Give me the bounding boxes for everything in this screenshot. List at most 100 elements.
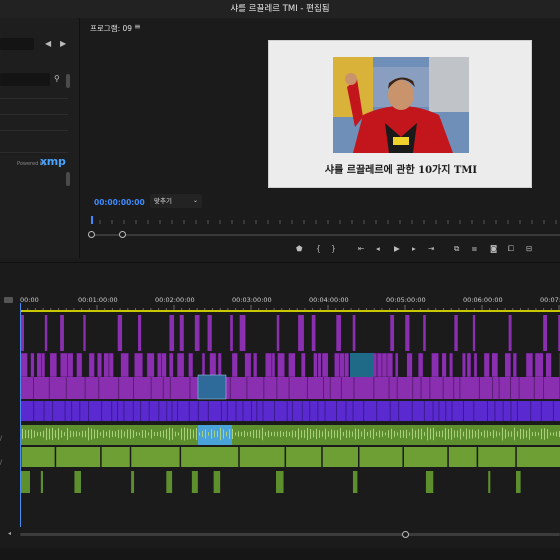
- video-clip[interactable]: [336, 315, 341, 351]
- waveform[interactable]: [361, 431, 362, 437]
- audio-clip[interactable]: [425, 471, 434, 493]
- compare-icon[interactable]: ⧠: [508, 244, 514, 254]
- waveform[interactable]: [178, 432, 179, 436]
- audio-clip[interactable]: [213, 471, 221, 493]
- waveform[interactable]: [484, 430, 485, 438]
- waveform[interactable]: [256, 429, 257, 439]
- panel-scrollbar-2[interactable]: [66, 172, 70, 186]
- clip-edge[interactable]: [52, 401, 54, 421]
- clip-edge[interactable]: [48, 377, 50, 399]
- clip-edge[interactable]: [357, 447, 360, 467]
- clip-edge[interactable]: [533, 377, 535, 399]
- audio-clip[interactable]: [74, 471, 81, 493]
- waveform[interactable]: [46, 427, 47, 441]
- clip-edge[interactable]: [462, 401, 464, 421]
- waveform[interactable]: [136, 432, 137, 436]
- video-clip[interactable]: [176, 352, 185, 378]
- waveform[interactable]: [217, 431, 218, 437]
- waveform[interactable]: [220, 427, 221, 441]
- video-clip[interactable]: [44, 315, 48, 351]
- playhead-timecode[interactable]: 00:00:00:00: [94, 198, 145, 207]
- clip-edge[interactable]: [317, 401, 319, 421]
- waveform[interactable]: [31, 429, 32, 439]
- waveform[interactable]: [151, 429, 152, 439]
- video-clip[interactable]: [473, 352, 478, 378]
- waveform[interactable]: [325, 428, 326, 440]
- waveform[interactable]: [121, 429, 122, 439]
- waveform[interactable]: [28, 429, 29, 439]
- clip-edge[interactable]: [33, 401, 35, 421]
- waveform[interactable]: [376, 432, 377, 436]
- waveform[interactable]: [373, 428, 374, 440]
- waveform[interactable]: [34, 430, 35, 438]
- clip-edge[interactable]: [207, 401, 209, 421]
- video-clip[interactable]: [96, 352, 103, 378]
- waveform[interactable]: [487, 430, 488, 438]
- waveform[interactable]: [139, 432, 140, 436]
- waveform[interactable]: [340, 428, 341, 440]
- waveform[interactable]: [481, 432, 482, 436]
- clip-edge[interactable]: [197, 401, 199, 421]
- clip-edge[interactable]: [336, 401, 338, 421]
- hamburger-icon[interactable]: ≡: [134, 22, 141, 31]
- video-clip[interactable]: [441, 352, 447, 378]
- waveform[interactable]: [454, 430, 455, 438]
- waveform[interactable]: [532, 432, 533, 436]
- clip-edge[interactable]: [402, 447, 404, 467]
- waveform[interactable]: [403, 430, 404, 438]
- video-clip[interactable]: [76, 352, 83, 378]
- video-clip[interactable]: [146, 352, 155, 378]
- waveform[interactable]: [379, 430, 380, 438]
- clip-edge[interactable]: [447, 447, 449, 467]
- waveform[interactable]: [391, 428, 392, 440]
- waveform[interactable]: [73, 431, 74, 437]
- video-clip[interactable]: [390, 315, 395, 351]
- clip-edge[interactable]: [32, 377, 34, 399]
- chevron-left-icon[interactable]: ◀: [45, 39, 51, 48]
- waveform[interactable]: [313, 430, 314, 438]
- waveform[interactable]: [496, 431, 497, 437]
- clip-edge[interactable]: [226, 401, 228, 421]
- clip-edge[interactable]: [363, 401, 365, 421]
- image-clip[interactable]: [197, 374, 227, 400]
- video-clip[interactable]: [168, 352, 174, 378]
- waveform[interactable]: [286, 430, 287, 438]
- waveform[interactable]: [241, 431, 242, 437]
- clip-edge[interactable]: [516, 401, 518, 421]
- video-clip[interactable]: [188, 352, 194, 378]
- scroll-handle-left[interactable]: [88, 231, 95, 238]
- video-clip[interactable]: [525, 352, 534, 378]
- waveform[interactable]: [301, 430, 302, 438]
- clip-edge[interactable]: [476, 447, 479, 467]
- clip-edge[interactable]: [132, 401, 134, 421]
- monitor-time-ruler[interactable]: [90, 214, 560, 224]
- clip-edge[interactable]: [438, 401, 440, 421]
- waveform[interactable]: [52, 427, 53, 441]
- waveform[interactable]: [535, 431, 536, 437]
- waveform[interactable]: [367, 431, 368, 437]
- clip-edge[interactable]: [352, 401, 354, 421]
- clip-edge[interactable]: [552, 401, 554, 421]
- waveform[interactable]: [259, 429, 260, 439]
- waveform[interactable]: [112, 430, 113, 438]
- waveform[interactable]: [265, 432, 266, 436]
- waveform[interactable]: [58, 428, 59, 440]
- waveform[interactable]: [196, 427, 197, 441]
- video-clip[interactable]: [512, 352, 517, 378]
- clip-edge[interactable]: [451, 401, 453, 421]
- waveform[interactable]: [283, 431, 284, 437]
- waveform[interactable]: [289, 431, 290, 437]
- waveform[interactable]: [229, 429, 230, 439]
- waveform[interactable]: [364, 428, 365, 440]
- video-clip[interactable]: [466, 352, 472, 378]
- waveform[interactable]: [271, 432, 272, 436]
- clip-edge[interactable]: [301, 401, 303, 421]
- waveform[interactable]: [274, 431, 275, 437]
- video-clip[interactable]: [244, 352, 252, 378]
- waveform[interactable]: [247, 432, 248, 436]
- video-clip[interactable]: [217, 352, 222, 378]
- metadata-field-1[interactable]: [0, 38, 34, 50]
- waveform[interactable]: [148, 432, 149, 436]
- clip-edge[interactable]: [518, 377, 520, 399]
- waveform[interactable]: [235, 432, 236, 436]
